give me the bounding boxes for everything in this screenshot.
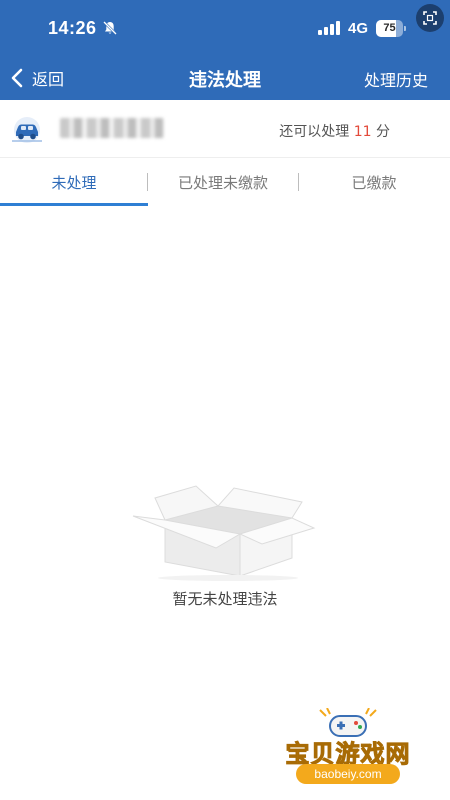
tab-active-indicator bbox=[0, 203, 148, 206]
remaining-count: 11 bbox=[353, 124, 372, 140]
back-label: 返回 bbox=[32, 70, 65, 89]
nav-bar: 返回 违法处理 处理历史 bbox=[0, 56, 450, 100]
remaining-prefix: 还可以处理 bbox=[279, 124, 350, 140]
status-time: 14:26 bbox=[48, 18, 97, 38]
battery-cap bbox=[404, 26, 406, 31]
scan-button[interactable] bbox=[416, 4, 444, 32]
battery-icon: 75 bbox=[376, 20, 406, 37]
empty-box-icon bbox=[132, 485, 316, 581]
bell-slash-icon bbox=[103, 21, 117, 35]
remaining-points: 还可以处理 11 分 bbox=[279, 121, 390, 141]
car-icon bbox=[12, 117, 42, 143]
watermark-logo: 宝贝游戏网 baobeiy.com bbox=[268, 708, 428, 790]
tab-processed-unpaid[interactable]: 已处理未缴款 bbox=[148, 158, 298, 206]
history-button[interactable]: 处理历史 bbox=[364, 67, 428, 91]
header: 14:26 4G 75 返回 违法处理 处理历史 bbox=[0, 0, 450, 100]
tab-unprocessed[interactable]: 未处理 bbox=[0, 158, 148, 206]
back-button[interactable]: 返回 bbox=[10, 64, 64, 92]
license-plate-blurred bbox=[60, 118, 164, 138]
status-bar: 14:26 4G 75 bbox=[0, 0, 450, 56]
vehicle-info-row: 还可以处理 11 分 bbox=[0, 100, 450, 158]
signal-icon bbox=[318, 21, 340, 35]
remaining-suffix: 分 bbox=[376, 124, 390, 140]
scan-icon bbox=[423, 11, 437, 25]
battery-body: 75 bbox=[376, 20, 403, 37]
watermark-url: baobeiy.com bbox=[296, 764, 400, 784]
network-type: 4G bbox=[348, 20, 369, 37]
chevron-left-icon bbox=[11, 68, 23, 88]
tab-bar: 未处理 已处理未缴款 已缴款 bbox=[0, 158, 450, 206]
tab-paid[interactable]: 已缴款 bbox=[298, 158, 450, 206]
battery-level: 75 bbox=[383, 22, 396, 34]
empty-state-text: 暂无未处理违法 bbox=[172, 590, 278, 608]
empty-state: 暂无未处理违法 bbox=[0, 460, 450, 620]
